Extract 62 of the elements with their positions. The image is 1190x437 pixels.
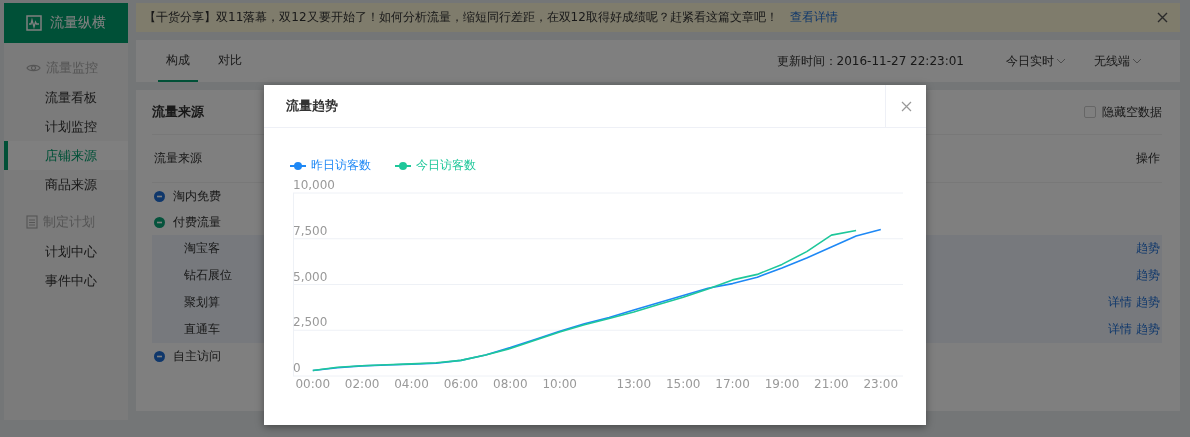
checkbox[interactable] xyxy=(1084,106,1096,118)
legend-label[interactable]: 今日访客数 xyxy=(416,157,476,174)
panel-title: 流量来源 xyxy=(152,103,204,121)
action-link[interactable]: 详情 xyxy=(1108,321,1132,338)
sidebar-item[interactable]: 商品来源 xyxy=(4,170,128,199)
axis-label: 08:00 xyxy=(493,377,528,391)
caret-icon xyxy=(1056,58,1066,64)
toggle-icon[interactable] xyxy=(154,216,165,228)
toggle-icon[interactable] xyxy=(154,350,165,362)
app-logo[interactable]: 流量纵横 xyxy=(4,3,128,43)
caret-icon xyxy=(1132,58,1142,64)
action-link[interactable]: 趋势 xyxy=(1136,240,1160,257)
close-icon[interactable] xyxy=(1157,12,1168,23)
column-header: 流量来源 xyxy=(154,150,202,167)
axis-label: 21:00 xyxy=(814,377,849,391)
column-header: 操作 xyxy=(1136,150,1160,167)
update-time: 更新时间：2016-11-27 22:23:01 xyxy=(776,52,964,70)
table-cell: 直通车 xyxy=(184,321,220,338)
axis-label: 17:00 xyxy=(715,377,750,391)
close-icon[interactable] xyxy=(900,100,912,112)
table-cell: 自主访问 xyxy=(173,347,221,365)
table-cell: 钻石展位 xyxy=(184,267,232,284)
tab[interactable]: 对比 xyxy=(210,40,250,82)
tab[interactable]: 构成 xyxy=(158,40,198,82)
action-link[interactable]: 趋势 xyxy=(1136,294,1160,311)
action-link[interactable]: 趋势 xyxy=(1136,321,1160,338)
pulse-chart-icon xyxy=(26,15,42,31)
axis-label: 23:00 xyxy=(863,377,899,391)
axis-label: 5,000 xyxy=(293,269,328,284)
axis-label: 15:00 xyxy=(665,377,701,391)
axis-label: 02:00 xyxy=(344,377,380,391)
action-link[interactable]: 趋势 xyxy=(1136,267,1160,284)
eye-icon xyxy=(26,63,41,73)
axis-label: 04:00 xyxy=(394,377,429,391)
axis-label: 06:00 xyxy=(443,377,479,391)
checkbox-label: 隐藏空数据 xyxy=(1102,103,1162,121)
document-icon xyxy=(26,215,38,229)
sidebar-item[interactable]: 流量看板 xyxy=(4,83,128,112)
axis-label: 00:00 xyxy=(295,377,331,391)
axis-label: 19:00 xyxy=(764,377,800,391)
axis-label: 7,500 xyxy=(293,223,328,238)
legend-label[interactable]: 昨日访客数 xyxy=(311,157,371,174)
toggle-icon[interactable] xyxy=(154,190,165,202)
axis-label: 2,500 xyxy=(293,315,328,330)
filter-dropdown[interactable]: 今日实时 xyxy=(998,40,1074,82)
table-cell: 聚划算 xyxy=(184,294,220,311)
sidebar-item[interactable]: 计划监控 xyxy=(4,112,128,141)
action-link[interactable]: 详情 xyxy=(1108,294,1132,311)
modal-title: 流量趋势 xyxy=(285,96,339,115)
axis-label: 0 xyxy=(293,361,301,375)
notice-text: 【干货分享】双11落幕，双12又要开始了！如何分析流量，缩短同行差距，在双12取得好成绩呢？赶紧看这篇文章吧！ xyxy=(144,9,778,26)
table-cell: 付费流量 xyxy=(173,213,221,231)
axis-label: 10:00 xyxy=(542,377,577,391)
table-cell: 淘内免费 xyxy=(173,187,221,205)
axis-label: 13:00 xyxy=(616,377,652,391)
sidebar-item[interactable]: 店铺来源 xyxy=(4,141,128,170)
axis-label: 10,000 xyxy=(293,180,335,192)
table-cell: 淘宝客 xyxy=(184,240,220,257)
sidebar-item[interactable]: 计划中心 xyxy=(4,237,128,266)
sidebar-item[interactable]: 事件中心 xyxy=(4,266,128,295)
details-link[interactable]: 查看详情 xyxy=(789,9,838,26)
filter-dropdown[interactable]: 无线端 xyxy=(1086,40,1150,82)
